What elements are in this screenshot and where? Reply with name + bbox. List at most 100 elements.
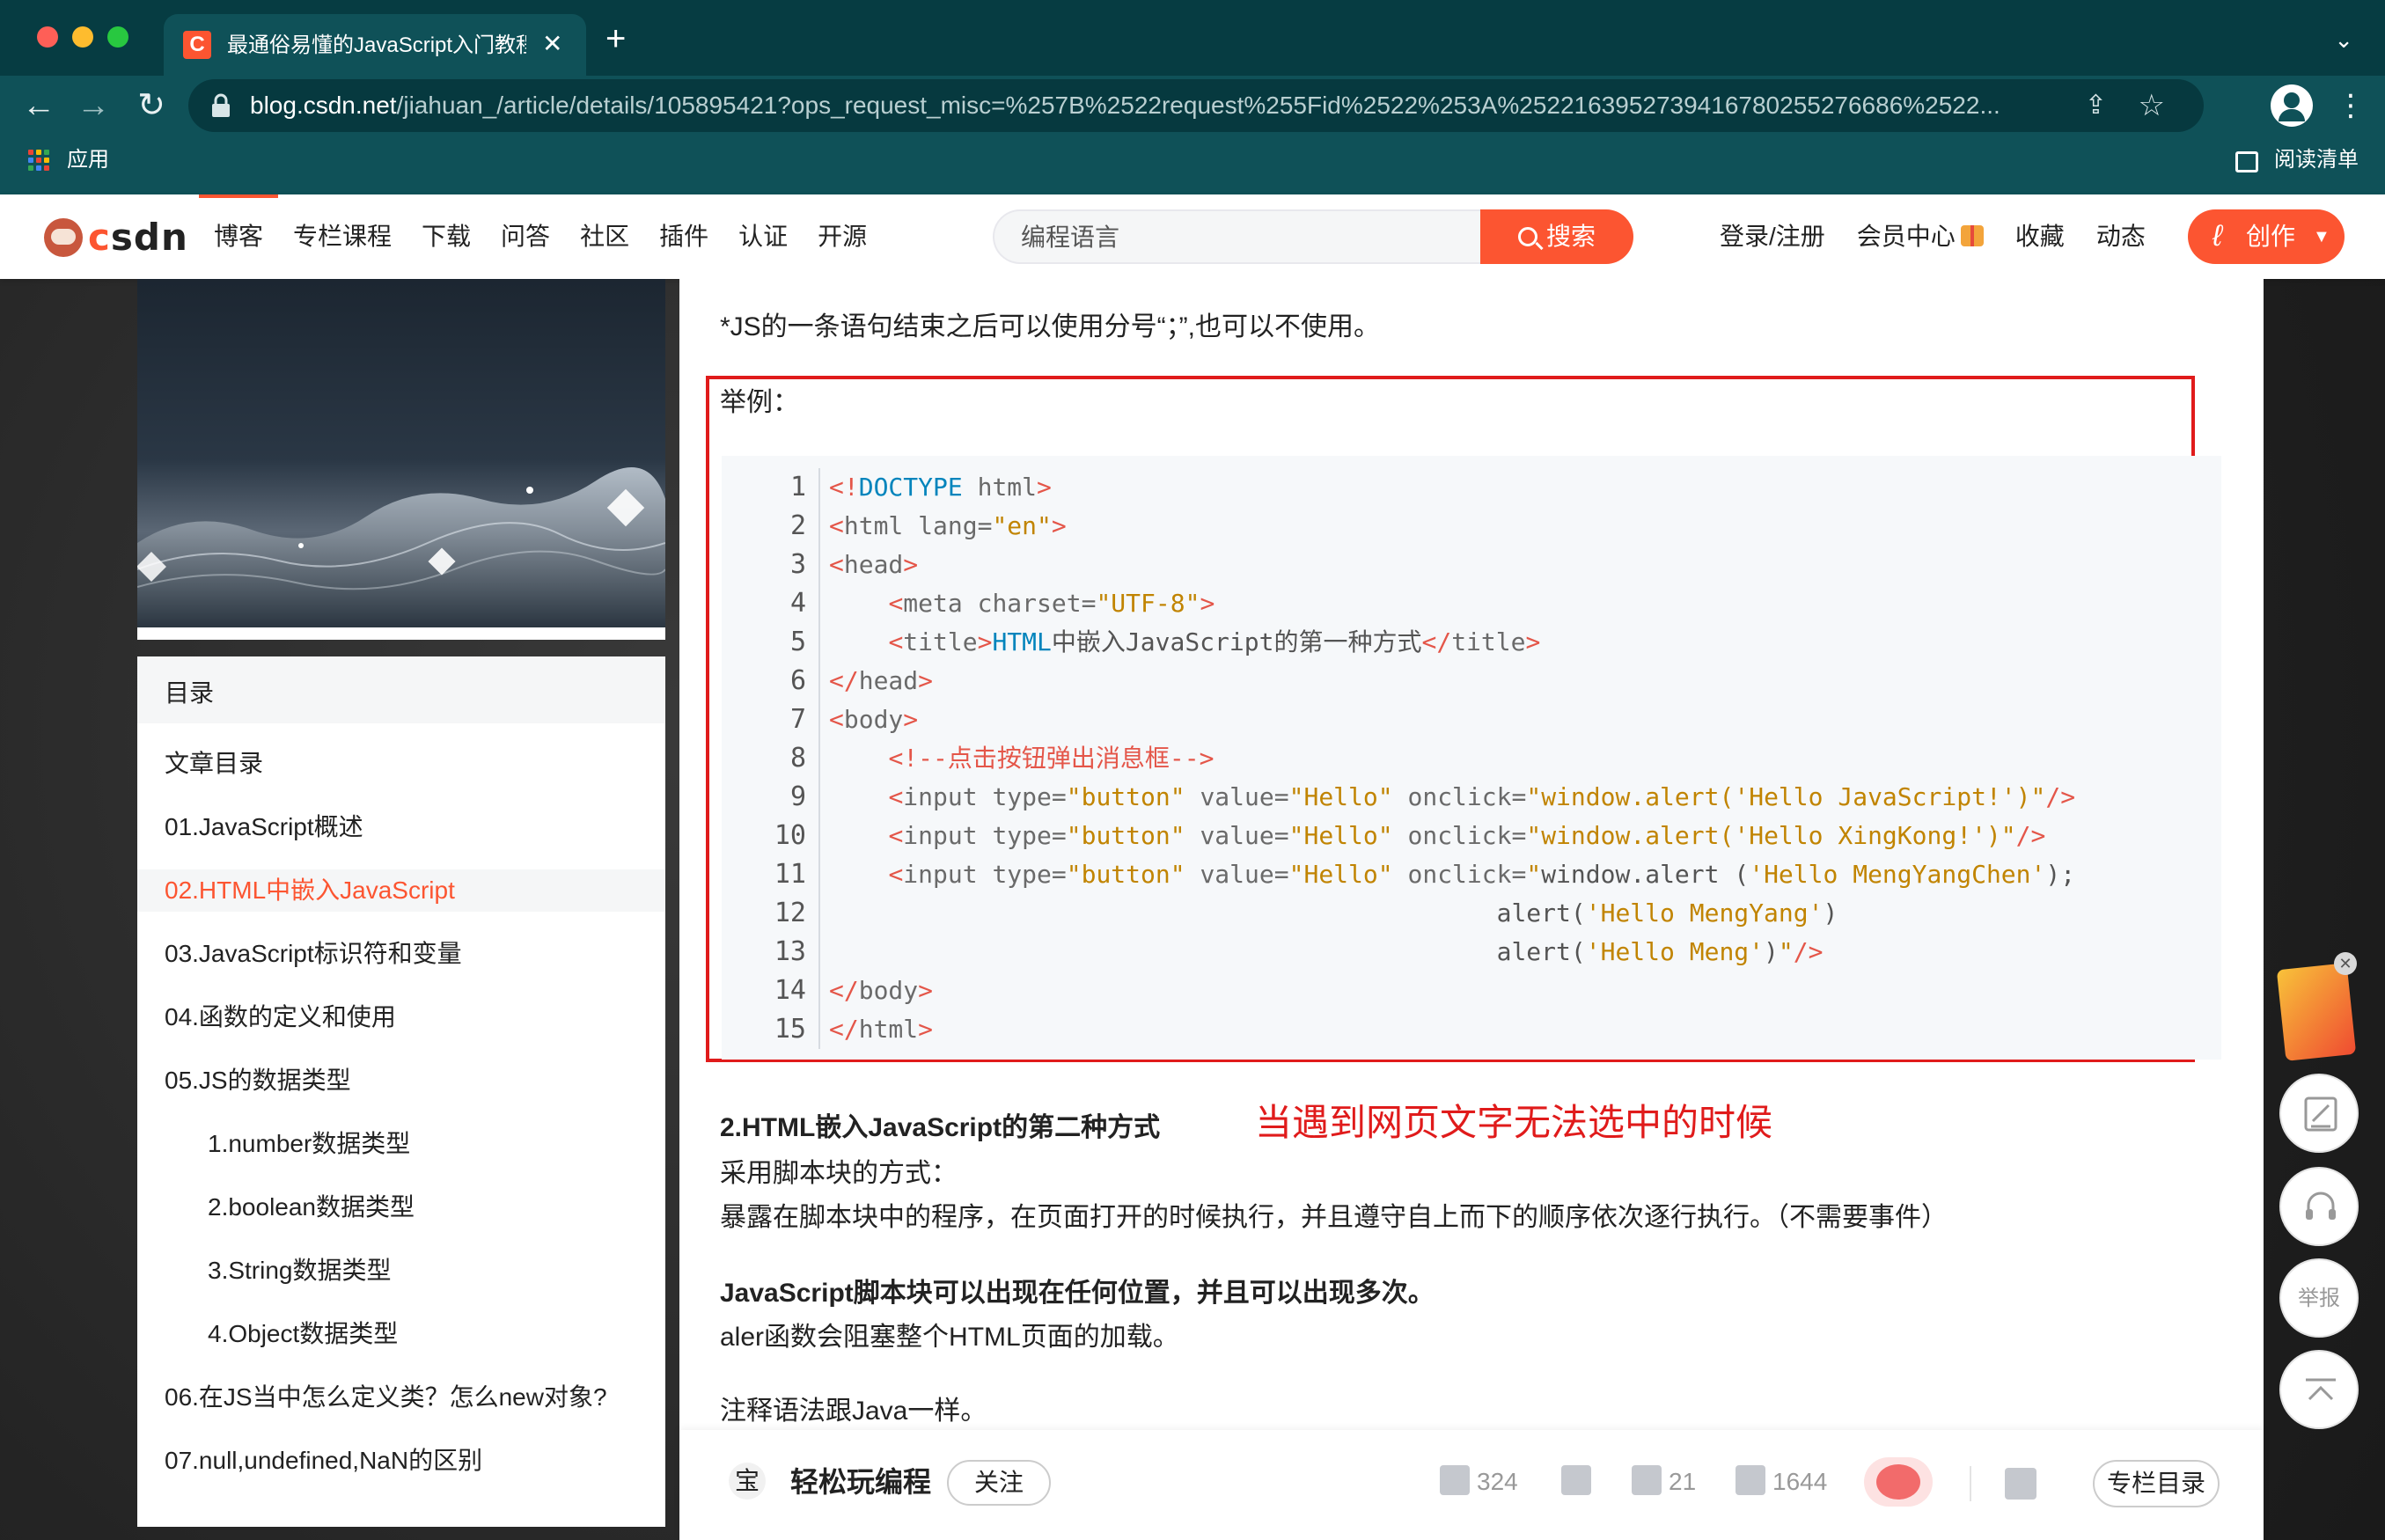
- member-center-link[interactable]: 会员中心: [1841, 194, 2000, 279]
- column-toc-button[interactable]: 专栏目录: [2093, 1460, 2220, 1507]
- code-text: </body>: [818, 972, 933, 1010]
- back-to-top-tool[interactable]: [2279, 1350, 2359, 1429]
- reward-icon[interactable]: [1864, 1457, 1933, 1507]
- code-text: <input type="button" value="Hello" oncli…: [818, 817, 2045, 855]
- promo-widget[interactable]: ✕: [2276, 952, 2357, 1063]
- nav-item-plugin[interactable]: 插件: [644, 194, 723, 279]
- toc-item[interactable]: 04.函数的定义和使用: [137, 996, 665, 1038]
- browser-tab[interactable]: C 最通俗易懂的JavaScript入门教程 ✕: [164, 14, 586, 76]
- gift-icon: [1960, 225, 1984, 246]
- create-button[interactable]: ℓ 创作 ▼: [2188, 209, 2345, 264]
- back-icon[interactable]: ←: [19, 86, 58, 125]
- close-window-button[interactable]: [37, 26, 58, 48]
- favorite-button[interactable]: 1644: [1736, 1463, 1827, 1501]
- customer-service-tool[interactable]: [2279, 1167, 2359, 1246]
- code-text: <!--点击按钮弹出消息框-->: [818, 739, 1214, 778]
- code-text: <input type="button" value="Hello" oncli…: [818, 778, 2075, 817]
- dislike-button[interactable]: [1561, 1463, 1598, 1501]
- close-promo-icon[interactable]: ✕: [2334, 952, 2357, 975]
- line-number: 3: [789, 549, 806, 580]
- promo-box-icon: [2276, 963, 2357, 1061]
- nav-item-courses[interactable]: 专栏课程: [278, 194, 407, 279]
- share-article-icon[interactable]: [2005, 1468, 2036, 1500]
- search-button[interactable]: 搜索: [1480, 209, 1633, 264]
- code-text: <input type="button" value="Hello" oncli…: [818, 855, 2075, 894]
- code-text: <!DOCTYPE html>: [818, 468, 1052, 507]
- line-number: 2: [789, 510, 806, 541]
- kebab-icon[interactable]: ⋮: [2336, 84, 2366, 127]
- code-text: </head>: [818, 662, 933, 700]
- toc-item[interactable]: 03.JavaScript标识符和变量: [137, 933, 665, 975]
- apps-bookmark[interactable]: 应用: [67, 146, 109, 174]
- url-text[interactable]: blog.csdn.net/jiahuan_/article/details/1…: [250, 91, 2010, 121]
- headset-icon: [2306, 1192, 2336, 1220]
- nav-item-download[interactable]: 下载: [407, 194, 486, 279]
- code-text: <title>HTML中嵌入JavaScript的第一种方式</title>: [818, 623, 1540, 662]
- comment-button[interactable]: 21: [1632, 1463, 1696, 1501]
- apps-icon[interactable]: [28, 150, 49, 171]
- nav-item-qa[interactable]: 问答: [486, 194, 565, 279]
- caret-down-icon: ▼: [2313, 227, 2330, 246]
- line-number: 5: [789, 627, 806, 657]
- like-button[interactable]: 324: [1440, 1463, 1518, 1501]
- search-icon: [1517, 227, 1537, 246]
- csdn-logo[interactable]: csdn: [88, 216, 188, 259]
- line-number: 12: [774, 898, 806, 928]
- follow-button[interactable]: 关注: [947, 1460, 1051, 1506]
- tab-search-chevron-icon[interactable]: ⌄: [2334, 26, 2353, 54]
- toc-item[interactable]: 文章目录: [137, 743, 665, 785]
- activity-link[interactable]: 动态: [2080, 194, 2161, 279]
- lock-icon[interactable]: [211, 93, 231, 118]
- forward-icon[interactable]: →: [74, 86, 113, 125]
- report-tool[interactable]: 举报: [2279, 1258, 2359, 1338]
- toc-item[interactable]: 01.JavaScript概述: [137, 806, 665, 848]
- minimize-window-button[interactable]: [72, 26, 93, 48]
- reading-list-button[interactable]: 阅读清单: [2274, 146, 2359, 174]
- toc-item[interactable]: 3.String数据类型: [137, 1250, 665, 1292]
- code-text: alert('Hello MengYang'): [818, 894, 1838, 933]
- thumbs-down-icon: [1561, 1465, 1591, 1495]
- toc-header: 目录: [137, 656, 665, 723]
- edit-doc-icon: [2304, 1096, 2337, 1132]
- star-icon[interactable]: ☆: [2139, 88, 2165, 123]
- nav-item-community[interactable]: 社区: [565, 194, 644, 279]
- user-nav: 登录/注册 会员中心 收藏 动态: [1704, 194, 2161, 279]
- paragraph-1: 采用脚本块的方式：: [720, 1159, 958, 1188]
- csdn-logo-icon[interactable]: [44, 218, 83, 257]
- line-number: 13: [774, 936, 806, 967]
- search-input[interactable]: [1021, 222, 1452, 253]
- profile-icon[interactable]: [2271, 84, 2313, 127]
- nav-item-cert[interactable]: 认证: [723, 194, 803, 279]
- code-block[interactable]: 1 <!DOCTYPE html> 2 <html lang="en"> 3 <head>…: [722, 456, 2221, 1060]
- nav-item-blog[interactable]: 博客: [199, 194, 279, 279]
- share-icon[interactable]: ⇪: [2085, 90, 2107, 121]
- code-text: <head>: [818, 546, 918, 584]
- pen-icon: ℓ: [2213, 219, 2222, 253]
- banner-divider: [137, 627, 665, 640]
- toc-item[interactable]: 02.HTML中嵌入JavaScript: [137, 869, 665, 912]
- address-bar[interactable]: blog.csdn.net/jiahuan_/article/details/1…: [188, 79, 2204, 132]
- star-favorite-icon: [1736, 1465, 1765, 1495]
- blog-banner-image: [137, 279, 665, 640]
- toc-item[interactable]: 07.null,undefined,NaN的区别: [137, 1440, 665, 1482]
- toc-item[interactable]: 05.JS的数据类型: [137, 1060, 665, 1102]
- paragraph-4: aler函数会阻塞整个HTML页面的加载。: [720, 1323, 1179, 1352]
- line-number: 14: [774, 975, 806, 1006]
- write-note-tool[interactable]: [2279, 1074, 2359, 1153]
- new-tab-icon[interactable]: +: [605, 21, 626, 56]
- code-text: <meta charset="UTF-8">: [818, 584, 1215, 623]
- nav-item-opensource[interactable]: 开源: [803, 194, 882, 279]
- author-name[interactable]: 轻松玩编程: [790, 1464, 931, 1500]
- code-text: <html lang="en">: [818, 507, 1067, 546]
- avatar[interactable]: 宝: [729, 1463, 766, 1500]
- toc-item[interactable]: 2.boolean数据类型: [137, 1186, 665, 1228]
- toc-item[interactable]: 1.number数据类型: [137, 1123, 665, 1165]
- close-tab-icon[interactable]: ✕: [542, 30, 562, 58]
- maximize-window-button[interactable]: [107, 26, 128, 48]
- login-link[interactable]: 登录/注册: [1704, 194, 1841, 279]
- reading-list-icon[interactable]: [2235, 151, 2258, 172]
- favorites-link[interactable]: 收藏: [2000, 194, 2080, 279]
- toc-item[interactable]: 4.Object数据类型: [137, 1313, 665, 1355]
- reload-icon[interactable]: ↻: [132, 86, 171, 125]
- toc-item[interactable]: 06.在JS当中怎么定义类？怎么new对象?: [137, 1376, 665, 1419]
